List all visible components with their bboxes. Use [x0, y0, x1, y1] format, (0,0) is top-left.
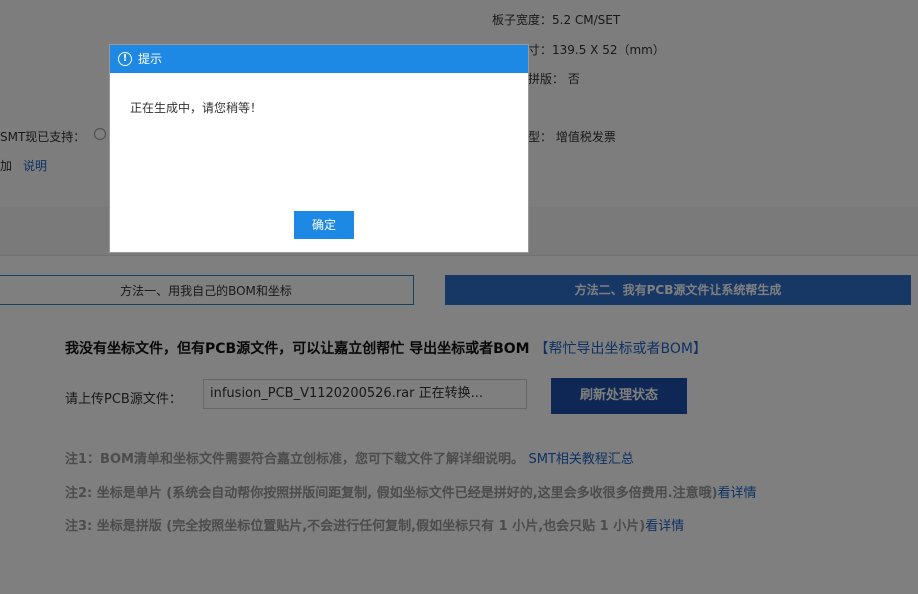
notice-dialog: ! 提示 正在生成中，请您稍等！ 确定 [109, 44, 529, 253]
dialog-header: ! 提示 [110, 45, 528, 73]
dialog-message: 正在生成中，请您稍等！ [130, 101, 263, 115]
exclamation-circle-icon: ! [118, 51, 132, 66]
dialog-title: 提示 [138, 52, 163, 66]
dialog-ok-button[interactable]: 确定 [294, 211, 354, 239]
